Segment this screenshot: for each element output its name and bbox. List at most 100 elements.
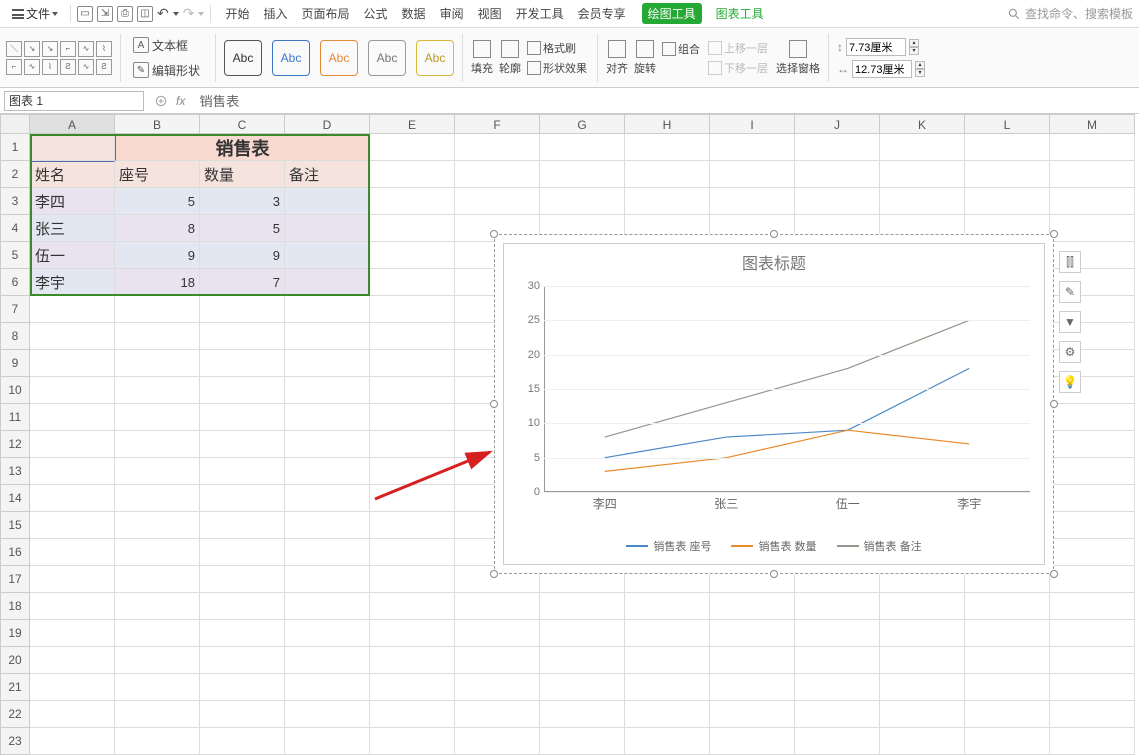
cell[interactable] xyxy=(370,566,455,593)
cell[interactable] xyxy=(795,674,880,701)
cell[interactable] xyxy=(285,566,370,593)
cell[interactable] xyxy=(710,728,795,755)
cell[interactable] xyxy=(370,296,455,323)
cell[interactable] xyxy=(1050,215,1135,242)
row-header[interactable]: 23 xyxy=(0,728,30,755)
cell[interactable] xyxy=(540,674,625,701)
row-header[interactable]: 19 xyxy=(0,620,30,647)
cell[interactable] xyxy=(795,161,880,188)
width-input[interactable] xyxy=(852,60,912,78)
send-backward-button[interactable]: 下移一层 xyxy=(708,60,770,76)
cell[interactable] xyxy=(285,188,370,215)
cell[interactable] xyxy=(115,701,200,728)
textbox-button[interactable]: A 文本框 xyxy=(129,35,207,56)
formula-input[interactable] xyxy=(195,91,1139,111)
cell[interactable] xyxy=(795,620,880,647)
cell[interactable] xyxy=(285,620,370,647)
tab-review[interactable]: 审阅 xyxy=(440,5,464,22)
cell[interactable] xyxy=(455,161,540,188)
column-header[interactable]: A xyxy=(30,114,115,134)
row-header[interactable]: 7 xyxy=(0,296,30,323)
column-header[interactable]: D xyxy=(285,114,370,134)
spin-down-icon[interactable]: ▾ xyxy=(909,47,919,55)
cell[interactable] xyxy=(370,350,455,377)
cell[interactable] xyxy=(795,728,880,755)
cell[interactable]: 7 xyxy=(200,269,285,296)
cell[interactable] xyxy=(30,620,115,647)
cell[interactable] xyxy=(30,296,115,323)
cell[interactable] xyxy=(710,188,795,215)
row-header[interactable]: 13 xyxy=(0,458,30,485)
cell[interactable] xyxy=(965,593,1050,620)
chart-filter-button[interactable]: ▼ xyxy=(1059,311,1081,333)
outline-button[interactable]: 轮廓 xyxy=(499,40,521,76)
cell[interactable] xyxy=(880,188,965,215)
cell[interactable] xyxy=(370,377,455,404)
cell[interactable] xyxy=(540,161,625,188)
print-icon[interactable]: ⎙ xyxy=(117,6,133,22)
cell[interactable] xyxy=(115,539,200,566)
cell[interactable] xyxy=(370,431,455,458)
cell[interactable] xyxy=(30,485,115,512)
cell[interactable] xyxy=(1050,431,1135,458)
cell[interactable] xyxy=(115,647,200,674)
cell[interactable] xyxy=(1050,539,1135,566)
cell[interactable] xyxy=(285,269,370,296)
cell[interactable] xyxy=(370,539,455,566)
row-header[interactable]: 6 xyxy=(0,269,30,296)
tab-layout[interactable]: 页面布局 xyxy=(302,5,350,22)
tab-developer[interactable]: 开发工具 xyxy=(516,5,564,22)
cell[interactable] xyxy=(370,512,455,539)
undo-icon[interactable]: ↶ xyxy=(157,5,169,22)
bring-forward-button[interactable]: 上移一层 xyxy=(708,40,770,56)
cell[interactable] xyxy=(30,404,115,431)
cell[interactable] xyxy=(115,404,200,431)
cell[interactable] xyxy=(1050,485,1135,512)
cell[interactable] xyxy=(625,647,710,674)
format-painter-button[interactable]: 格式刷 xyxy=(527,40,589,56)
cell[interactable] xyxy=(880,620,965,647)
column-header[interactable]: L xyxy=(965,114,1050,134)
cell[interactable] xyxy=(710,647,795,674)
resize-handle[interactable] xyxy=(1050,230,1058,238)
cell[interactable]: 18 xyxy=(115,269,200,296)
group-button[interactable]: 组合 xyxy=(662,41,702,57)
cell[interactable] xyxy=(285,728,370,755)
align-button[interactable]: 对齐 xyxy=(606,40,628,76)
cell[interactable] xyxy=(200,539,285,566)
cell[interactable] xyxy=(200,458,285,485)
chart-object[interactable]: ⫿⫿ ✎ ▼ ⚙ 💡 图表标题 051015202530李四张三伍一李宇 销售表… xyxy=(494,234,1054,574)
cell[interactable] xyxy=(540,647,625,674)
name-box[interactable]: 图表 1 xyxy=(4,91,144,111)
redo-icon[interactable]: ↷ xyxy=(183,5,195,22)
cell[interactable]: 李宇 xyxy=(30,269,115,296)
fx-icon[interactable]: fx xyxy=(176,94,185,108)
cell[interactable] xyxy=(285,539,370,566)
cell[interactable] xyxy=(540,593,625,620)
cell[interactable] xyxy=(370,728,455,755)
cell[interactable] xyxy=(795,593,880,620)
cell[interactable] xyxy=(1050,728,1135,755)
tab-insert[interactable]: 插入 xyxy=(264,5,288,22)
cell[interactable] xyxy=(455,674,540,701)
cell[interactable] xyxy=(30,458,115,485)
cell[interactable] xyxy=(880,161,965,188)
cell[interactable]: 9 xyxy=(200,242,285,269)
resize-handle[interactable] xyxy=(1050,400,1058,408)
cell[interactable] xyxy=(115,512,200,539)
cell[interactable] xyxy=(965,134,1050,161)
resize-handle[interactable] xyxy=(770,230,778,238)
height-input[interactable] xyxy=(846,38,906,56)
column-header[interactable]: J xyxy=(795,114,880,134)
column-header[interactable]: M xyxy=(1050,114,1135,134)
cell[interactable] xyxy=(1050,647,1135,674)
cell[interactable] xyxy=(540,134,625,161)
select-all-corner[interactable] xyxy=(0,114,30,134)
cell[interactable] xyxy=(625,701,710,728)
cell[interactable] xyxy=(710,134,795,161)
cell[interactable] xyxy=(880,134,965,161)
cell[interactable] xyxy=(200,485,285,512)
cell[interactable] xyxy=(540,728,625,755)
resize-handle[interactable] xyxy=(1050,570,1058,578)
cell[interactable] xyxy=(200,728,285,755)
